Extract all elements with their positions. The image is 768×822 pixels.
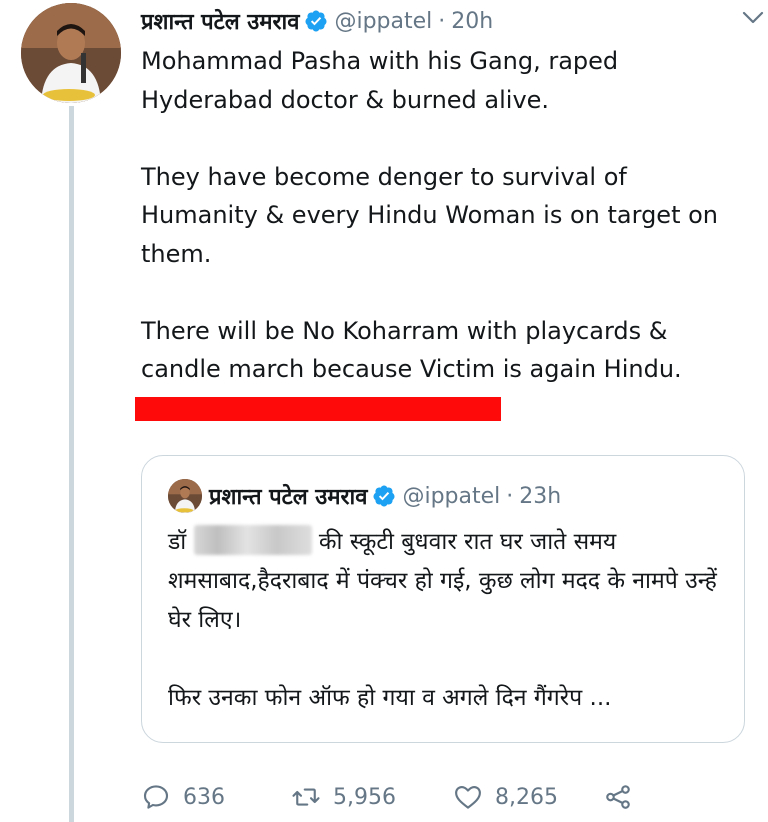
quoted-avatar [168,479,202,513]
reply-icon [143,785,169,809]
share-icon [606,785,630,809]
like-count: 8,265 [495,784,558,810]
like-icon [455,785,481,809]
tweet-header: प्रशान्त पटेल उमराव @ippatel · 20h [141,4,748,38]
quoted-timestamp: 23h [519,483,562,509]
like-button[interactable]: 8,265 [453,782,603,812]
author-handle[interactable]: @ippatel [334,9,432,34]
tweet-paragraph: There will be No Koharram with playcards… [141,316,682,384]
verified-icon [305,10,327,32]
chevron-down-icon[interactable] [740,4,766,30]
quoted-handle: @ippatel [402,483,501,509]
avatar[interactable] [21,3,121,103]
retweet-button[interactable]: 5,956 [291,782,453,812]
reply-button[interactable]: 636 [141,782,291,812]
quoted-header: प्रशान्त पटेल उमराव @ippatel · 23h [209,478,561,514]
separator: · [438,8,446,34]
retweet-icon [292,788,320,806]
retweet-count: 5,956 [333,784,396,810]
quoted-tweet[interactable]: प्रशान्त पटेल उमराव @ippatel · 23h डॉ की… [141,455,745,743]
share-button[interactable] [603,782,633,812]
tweet-paragraph: They have become denger to survival of H… [141,162,726,268]
tweet-text: Mohammad Pasha with his Gang, raped Hyde… [141,42,751,389]
verified-icon [373,485,395,507]
separator: · [506,483,514,509]
reply-count: 636 [183,784,225,810]
thread-line [69,106,74,822]
quoted-text-prefix: डॉ [168,529,187,555]
quoted-paragraph: फिर उनका फोन ऑफ हो गया व अगले दिन गैंगरे… [168,685,612,711]
redaction-bar [135,397,501,421]
quoted-paragraph: डॉ की स्कूटी बुधवार रात घर जाते समय शमसा… [168,523,728,640]
timestamp[interactable]: 20h [451,9,493,34]
action-bar: 636 5,956 8,265 [141,778,633,816]
author-name[interactable]: प्रशान्त पटेल उमराव [141,6,299,36]
blurred-name [193,525,312,555]
quoted-text: डॉ की स्कूटी बुधवार रात घर जाते समय शमसा… [168,523,728,718]
quoted-author-name: प्रशान्त पटेल उमराव [209,485,368,510]
tweet-paragraph: Mohammad Pasha with his Gang, raped Hyde… [141,47,626,114]
